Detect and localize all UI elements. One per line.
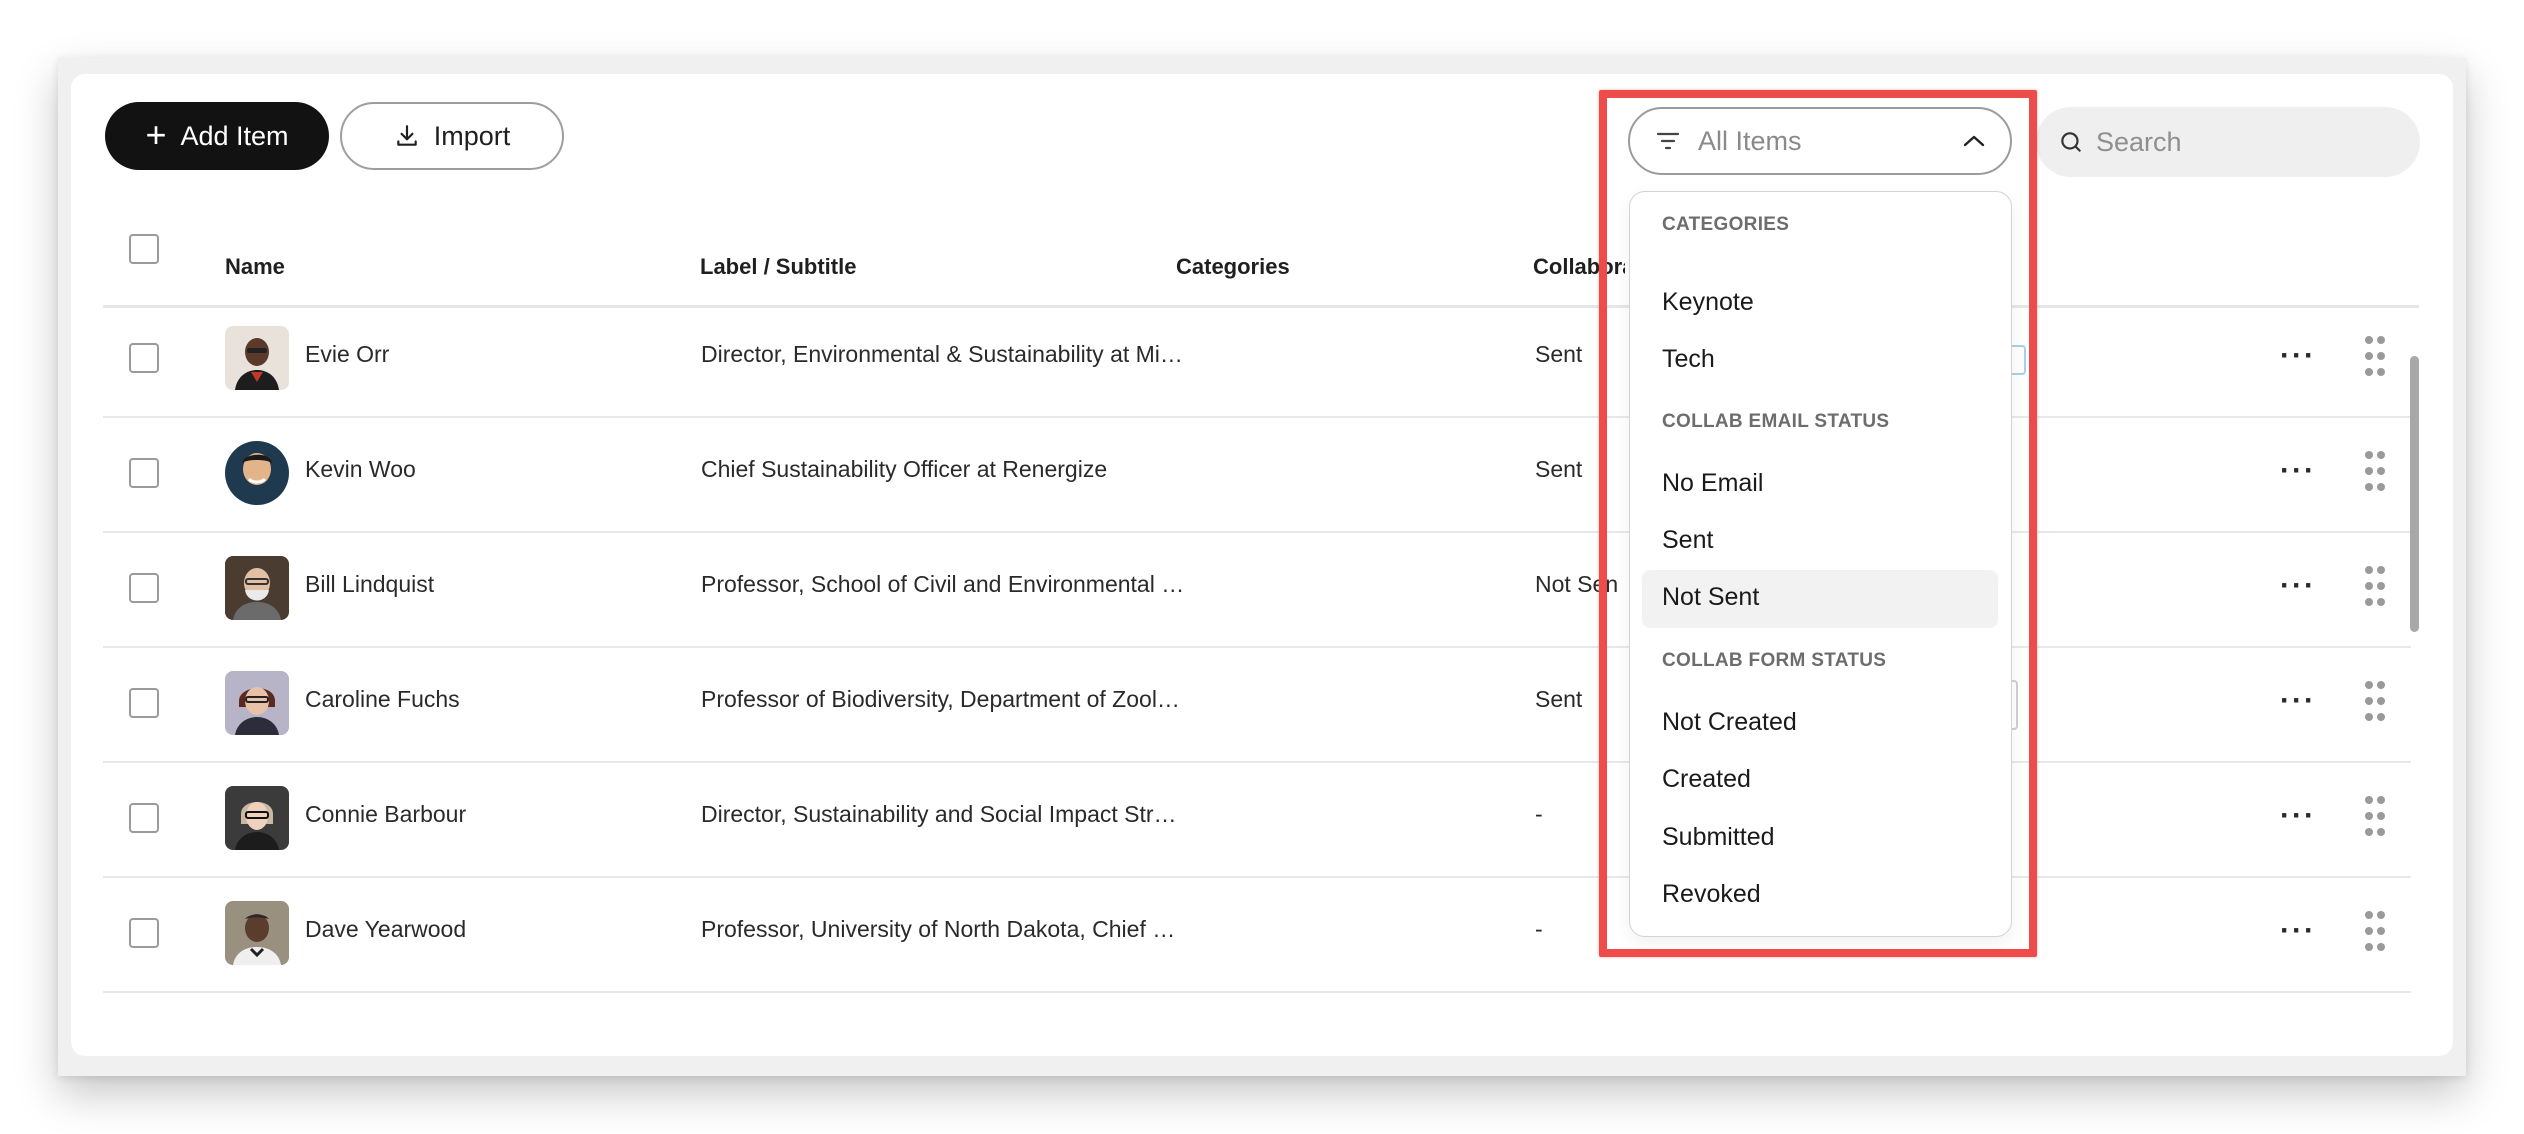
row-status: Sent bbox=[1535, 456, 1583, 482]
row-status: Sent bbox=[1535, 686, 1583, 712]
avatar bbox=[225, 671, 289, 735]
drag-handle-icon[interactable] bbox=[2363, 450, 2387, 492]
annotation-highlight-box bbox=[1599, 90, 2037, 957]
avatar bbox=[225, 441, 289, 505]
more-horizontal-icon[interactable]: ··· bbox=[2280, 799, 2316, 833]
row-checkbox[interactable] bbox=[129, 803, 159, 833]
row-checkbox[interactable] bbox=[129, 458, 159, 488]
import-button[interactable]: Import bbox=[340, 102, 564, 170]
row-subtitle: Director, Sustainability and Social Impa… bbox=[701, 801, 1177, 827]
more-horizontal-icon[interactable]: ··· bbox=[2280, 684, 2316, 718]
row-subtitle: Professor, School of Civil and Environme… bbox=[701, 571, 1185, 597]
download-icon bbox=[396, 125, 417, 146]
search-icon bbox=[2061, 132, 2081, 152]
plus-icon: + bbox=[145, 113, 167, 155]
table-scrollbar[interactable] bbox=[2410, 356, 2419, 632]
column-header-label[interactable]: Label / Subtitle bbox=[700, 254, 856, 280]
avatar bbox=[225, 326, 289, 390]
add-item-button[interactable]: + Add Item bbox=[105, 102, 329, 170]
table-row[interactable]: Bill Lindquist Professor, School of Civi… bbox=[103, 533, 2411, 648]
search-placeholder: Search bbox=[2096, 126, 2182, 157]
row-checkbox[interactable] bbox=[129, 343, 159, 373]
select-all-checkbox[interactable] bbox=[129, 234, 159, 264]
drag-handle-icon[interactable] bbox=[2363, 335, 2387, 377]
search-input[interactable]: Search bbox=[2036, 107, 2420, 177]
more-horizontal-icon[interactable]: ··· bbox=[2280, 914, 2316, 948]
add-item-label: Add Item bbox=[180, 120, 289, 151]
avatar bbox=[225, 556, 289, 620]
row-name: Evie Orr bbox=[305, 341, 390, 367]
more-horizontal-icon[interactable]: ··· bbox=[2280, 454, 2316, 488]
row-subtitle: Chief Sustainability Officer at Renergiz… bbox=[701, 456, 1108, 482]
drag-handle-icon[interactable] bbox=[2363, 795, 2387, 837]
more-horizontal-icon[interactable]: ··· bbox=[2280, 569, 2316, 603]
column-header-name[interactable]: Name bbox=[225, 254, 285, 280]
row-name: Caroline Fuchs bbox=[305, 686, 460, 712]
table-row[interactable]: Evie Orr Director, Environmental & Susta… bbox=[103, 303, 2411, 418]
row-checkbox[interactable] bbox=[129, 918, 159, 948]
row-name: Bill Lindquist bbox=[305, 571, 435, 597]
drag-handle-icon[interactable] bbox=[2363, 680, 2387, 722]
table-row[interactable]: Caroline Fuchs Professor of Biodiversity… bbox=[103, 648, 2411, 763]
avatar bbox=[225, 786, 289, 850]
table-row[interactable]: Kevin Woo Chief Sustainability Officer a… bbox=[103, 418, 2411, 533]
row-name: Connie Barbour bbox=[305, 801, 467, 827]
row-checkbox[interactable] bbox=[129, 573, 159, 603]
row-subtitle: Director, Environmental & Sustainability… bbox=[701, 341, 1183, 367]
column-header-categories[interactable]: Categories bbox=[1176, 254, 1290, 280]
table-header: Name Label / Subtitle Categories Collabo… bbox=[103, 216, 2419, 308]
row-name: Dave Yearwood bbox=[305, 916, 467, 942]
avatar bbox=[225, 901, 289, 965]
table-row[interactable]: Dave Yearwood Professor, University of N… bbox=[103, 878, 2411, 993]
row-subtitle: Professor, University of North Dakota, C… bbox=[701, 916, 1176, 942]
drag-handle-icon[interactable] bbox=[2363, 565, 2387, 607]
more-horizontal-icon[interactable]: ··· bbox=[2280, 339, 2316, 373]
row-name: Kevin Woo bbox=[305, 456, 416, 482]
row-subtitle: Professor of Biodiversity, Department of… bbox=[701, 686, 1180, 712]
drag-handle-icon[interactable] bbox=[2363, 910, 2387, 952]
row-status: - bbox=[1535, 916, 1543, 942]
table-row[interactable]: Connie Barbour Director, Sustainability … bbox=[103, 763, 2411, 878]
row-status: - bbox=[1535, 801, 1543, 827]
row-checkbox[interactable] bbox=[129, 688, 159, 718]
row-status: Sent bbox=[1535, 341, 1583, 367]
import-label: Import bbox=[433, 120, 511, 151]
